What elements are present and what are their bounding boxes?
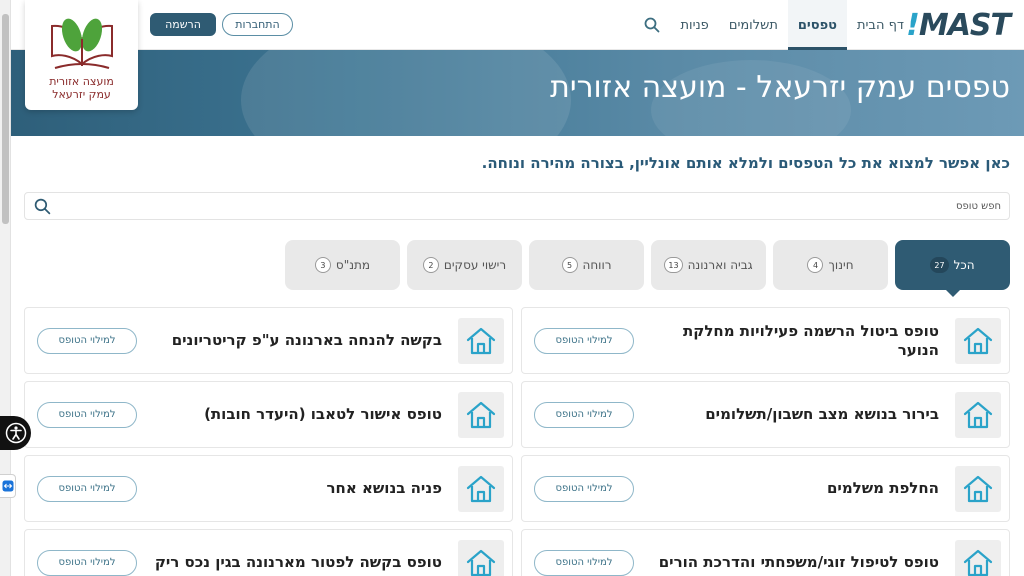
home-icon [955, 391, 1001, 438]
form-title: בירור בנושא מצב חשבון/תשלומים [705, 405, 939, 423]
tab-count-badge: 4 [807, 257, 824, 273]
tab-all[interactable]: הכל 27 [895, 240, 1010, 297]
form-title: טופס לטיפול זוגי/משפחתי והדרכת הורים [658, 553, 939, 571]
page-title: טפסים עמק יזרעאל - מועצה אזורית [550, 70, 1010, 105]
form-title: טופס בקשה לפטור מארנונה בגין נכס ריק [154, 553, 442, 571]
login-button[interactable]: התחברות [222, 13, 293, 36]
home-icon [458, 391, 504, 438]
form-card[interactable]: טופס אישור לטאבו (היעדר חובות) למילוי הט… [24, 381, 513, 448]
forms-grid: טופס ביטול הרשמה פעילויות מחלקת הנוער למ… [24, 307, 1010, 576]
council-name-line2: עמק יזרעאל [52, 88, 111, 101]
tab-count-badge: 13 [664, 257, 683, 273]
page-subtitle: כאן אפשר למצוא את כל הטפסים ולמלא אותם א… [481, 154, 1010, 172]
top-header: MAST! דף הבית טפסים תשלומים פניות הרשמה … [11, 0, 1024, 50]
home-icon [458, 539, 504, 576]
tab-collection-tax[interactable]: גביה וארנונה 13 [651, 240, 766, 290]
form-title: החלפת משלמים [826, 479, 939, 497]
home-icon [458, 317, 504, 364]
form-card[interactable]: בקשה להנחה בארנונה ע"פ קריטריונים למילוי… [24, 307, 513, 374]
form-card[interactable]: החלפת משלמים למילוי הטופס [521, 455, 1010, 522]
tab-count-badge: 2 [422, 257, 439, 273]
form-title: פניה בנושא אחר [326, 479, 442, 497]
hero-banner: טפסים עמק יזרעאל - מועצה אזורית [11, 50, 1024, 136]
nav-item-home[interactable]: דף הבית [847, 0, 914, 50]
search-icon[interactable] [634, 0, 670, 50]
form-card[interactable]: טופס בקשה לפטור מארנונה בגין נכס ריק למי… [24, 529, 513, 576]
nav-item-inquiries[interactable]: פניות [670, 0, 718, 50]
council-name-line1: מועצה אזורית [49, 75, 114, 88]
category-tabs: הכל 27 חינוך 4 גביה וארנונה 13 רווחה 5 ר… [285, 240, 1010, 297]
main-nav: דף הבית טפסים תשלומים פניות [634, 0, 914, 50]
form-search-bar [24, 192, 1010, 220]
fill-form-button[interactable]: למילוי הטופס [534, 327, 634, 354]
tab-label: גביה וארנונה [687, 258, 753, 272]
remote-support-icon[interactable] [0, 474, 16, 498]
form-title: טופס אישור לטאבו (היעדר חובות) [204, 405, 442, 423]
home-icon [458, 465, 504, 512]
mast-logo[interactable]: MAST! [906, 7, 1011, 43]
fill-form-button[interactable]: למילוי הטופס [534, 549, 634, 576]
logo-text: MAST [918, 7, 1011, 43]
tab-business-licensing[interactable]: רישוי עסקים 2 [407, 240, 522, 290]
fill-form-button[interactable]: למילוי הטופס [37, 327, 137, 354]
home-icon [955, 539, 1001, 576]
home-icon [955, 465, 1001, 512]
tab-label: רישוי עסקים [443, 258, 507, 272]
form-title: טופס ביטול הרשמה פעילויות מחלקת הנוער [683, 321, 939, 359]
form-search-input[interactable] [59, 193, 1009, 219]
council-emblem-icon [50, 18, 113, 69]
nav-item-payments[interactable]: תשלומים [719, 0, 788, 50]
banner-decoration [241, 50, 571, 136]
tab-community-center[interactable]: מתנ"ס 3 [285, 240, 400, 290]
form-card[interactable]: בירור בנושא מצב חשבון/תשלומים למילוי הטו… [521, 381, 1010, 448]
tab-count-badge: 27 [930, 257, 949, 273]
tab-education[interactable]: חינוך 4 [773, 240, 888, 290]
home-icon [955, 317, 1001, 364]
tab-label: הכל [953, 258, 975, 272]
tab-count-badge: 5 [561, 257, 578, 273]
fill-form-button[interactable]: למילוי הטופס [534, 401, 634, 428]
form-card[interactable]: טופס ביטול הרשמה פעילויות מחלקת הנוער למ… [521, 307, 1010, 374]
auth-buttons: הרשמה התחברות [150, 13, 293, 36]
scrollbar-thumb[interactable] [2, 14, 9, 224]
register-button[interactable]: הרשמה [150, 13, 216, 36]
council-logo[interactable]: מועצה אזורית עמק יזרעאל [25, 0, 138, 110]
tab-label: מתנ"ס [335, 258, 371, 272]
form-card[interactable]: טופס לטיפול זוגי/משפחתי והדרכת הורים למי… [521, 529, 1010, 576]
tab-welfare[interactable]: רווחה 5 [529, 240, 644, 290]
form-card[interactable]: פניה בנושא אחר למילוי הטופס [24, 455, 513, 522]
tab-label: חינוך [828, 258, 854, 272]
form-title: בקשה להנחה בארנונה ע"פ קריטריונים [171, 331, 442, 349]
fill-form-button[interactable]: למילוי הטופס [37, 475, 137, 502]
fill-form-button[interactable]: למילוי הטופס [37, 401, 137, 428]
fill-form-button[interactable]: למילוי הטופס [37, 549, 137, 576]
nav-item-forms[interactable]: טפסים [787, 0, 847, 50]
fill-form-button[interactable]: למילוי הטופס [534, 475, 634, 502]
tab-label: רווחה [582, 258, 612, 272]
search-submit-icon[interactable] [25, 198, 59, 215]
tab-count-badge: 3 [314, 257, 331, 273]
